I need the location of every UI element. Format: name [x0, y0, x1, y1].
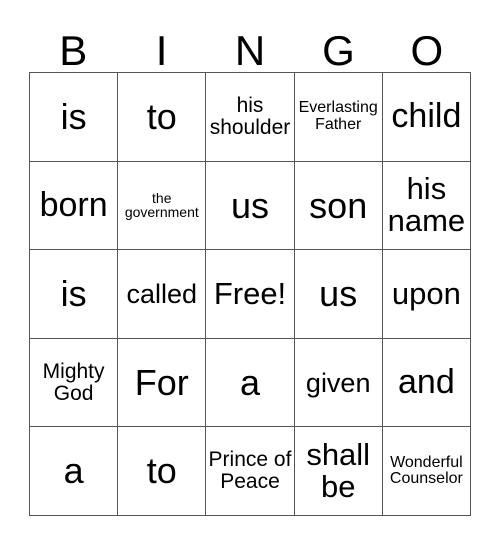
bingo-card: B I N G O is to his shoulder Everlasting… — [0, 0, 500, 544]
bingo-cell[interactable]: upon — [382, 250, 471, 339]
bingo-header-cell-i: I — [117, 22, 205, 72]
bingo-cell-label: a — [63, 450, 84, 492]
bingo-cell[interactable]: a — [206, 338, 295, 428]
bingo-cell[interactable]: to — [118, 73, 207, 162]
bingo-header-letter: B — [59, 27, 88, 74]
bingo-cell[interactable]: Wonderful Counselor — [382, 427, 471, 516]
bingo-cell-free[interactable]: Free! — [206, 250, 295, 339]
bingo-cell-label: and — [398, 362, 455, 401]
bingo-cell-label: the government — [124, 189, 199, 221]
bingo-cell-label: given — [305, 367, 371, 398]
bingo-cell-label: called — [126, 278, 198, 309]
bingo-grid: is to his shoulder Everlasting Father ch… — [29, 72, 471, 516]
bingo-header-letter: I — [155, 27, 168, 74]
bingo-cell-label: child — [391, 97, 462, 136]
bingo-cell-label: For — [134, 361, 189, 403]
bingo-cell[interactable]: is — [30, 73, 119, 162]
bingo-cell-label: a — [239, 361, 260, 403]
bingo-cell-label: son — [309, 184, 368, 226]
bingo-cell[interactable]: Mighty God — [30, 338, 119, 428]
bingo-cell[interactable]: and — [382, 338, 471, 428]
bingo-cell[interactable]: us — [206, 161, 295, 251]
bingo-cell[interactable]: born — [30, 161, 119, 251]
bingo-cell-label: is — [60, 273, 87, 315]
bingo-cell-label: Everlasting Father — [298, 99, 378, 133]
bingo-cell-label: Free! — [213, 275, 287, 311]
bingo-cell-label: his shoulder — [209, 93, 291, 139]
bingo-cell[interactable]: Prince of Peace — [206, 427, 295, 516]
bingo-cell[interactable]: to — [118, 427, 207, 516]
bingo-cell[interactable]: the government — [118, 161, 207, 251]
bingo-cell-label: Mighty God — [42, 359, 105, 405]
bingo-cell[interactable]: For — [118, 338, 207, 428]
bingo-header-cell-n: N — [206, 22, 294, 72]
bingo-cell[interactable]: a — [30, 427, 119, 516]
bingo-header-cell-o: O — [383, 22, 471, 72]
bingo-cell-label: to — [146, 450, 177, 492]
bingo-header-cell-g: G — [294, 22, 382, 72]
bingo-cell[interactable]: his shoulder — [206, 73, 295, 162]
bingo-cell[interactable]: child — [382, 73, 471, 162]
bingo-header-cell-b: B — [29, 22, 117, 72]
bingo-cell-label: his name — [387, 171, 466, 239]
bingo-cell[interactable]: given — [294, 338, 383, 428]
bingo-header-row: B I N G O — [29, 22, 471, 72]
bingo-cell[interactable]: son — [294, 161, 383, 251]
bingo-cell[interactable]: us — [294, 250, 383, 339]
bingo-cell-label: shall be — [306, 436, 371, 505]
bingo-cell[interactable]: is — [30, 250, 119, 339]
bingo-cell-label: to — [146, 96, 177, 138]
bingo-header-letter: N — [234, 27, 266, 74]
bingo-cell-label: Prince of Peace — [208, 448, 292, 494]
bingo-cell[interactable]: shall be — [294, 427, 383, 516]
bingo-cell-label: upon — [391, 275, 461, 311]
bingo-cell-label: us — [319, 273, 358, 315]
bingo-cell-label: born — [39, 185, 108, 224]
bingo-cell[interactable]: Everlasting Father — [294, 73, 383, 162]
bingo-cell-label: is — [60, 96, 87, 138]
bingo-cell[interactable]: his name — [382, 161, 471, 251]
bingo-cell[interactable]: called — [118, 250, 207, 339]
bingo-header-letter: G — [322, 27, 355, 74]
bingo-cell-label: us — [230, 184, 269, 226]
bingo-cell-label: Wonderful Counselor — [389, 453, 463, 488]
bingo-header-letter: O — [410, 27, 444, 74]
